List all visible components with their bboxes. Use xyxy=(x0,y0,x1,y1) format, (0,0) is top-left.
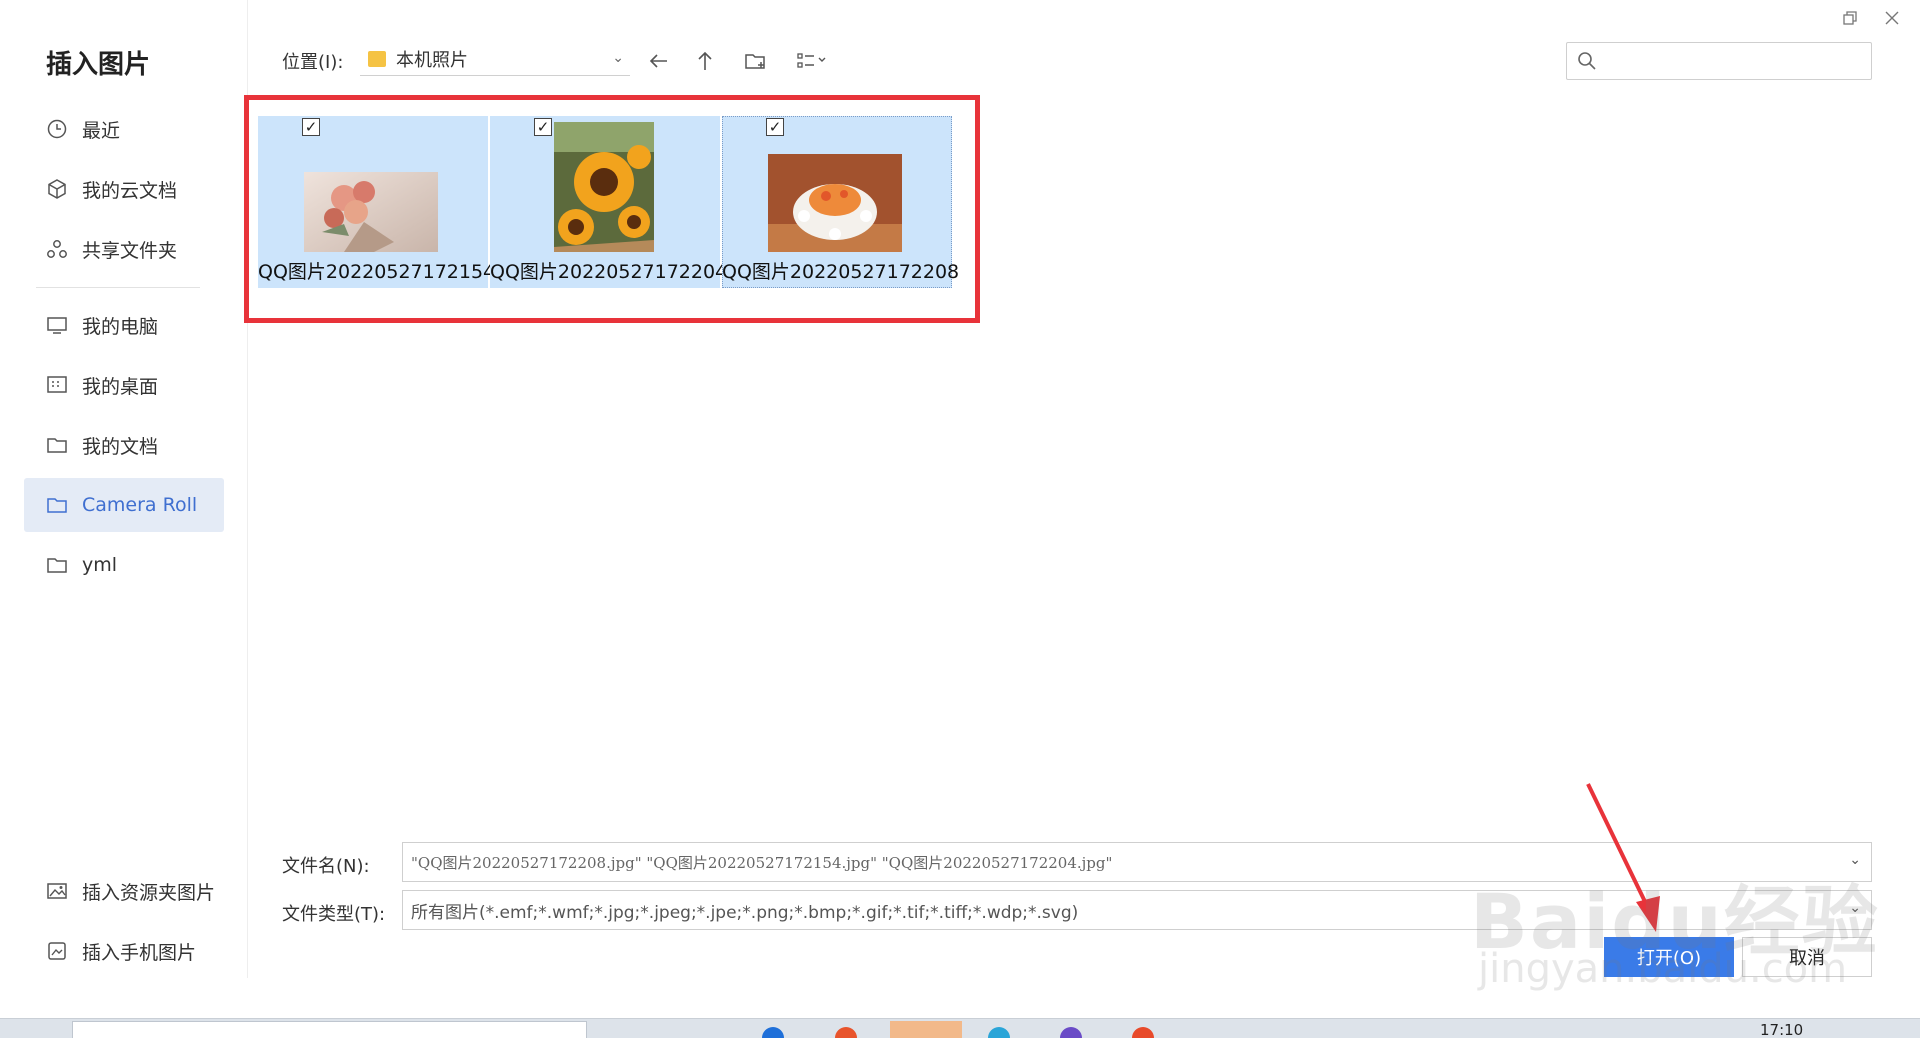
search-icon xyxy=(1578,52,1596,70)
new-folder-icon xyxy=(745,54,765,69)
sidebar-item-insert-resource-image[interactable]: 插入资源夹图片 xyxy=(24,864,224,918)
filetype-dropdown[interactable]: 所有图片(*.emf;*.wmf;*.jpg;*.jpeg;*.jpe;*.pn… xyxy=(402,890,1872,930)
taskbar-app-icon[interactable] xyxy=(1060,1027,1082,1038)
sidebar-item-label: yml xyxy=(82,554,118,576)
sidebar-item-label: 插入手机图片 xyxy=(82,941,197,964)
file-name: QQ图片20220527172208 xyxy=(722,261,960,283)
filetype-label: 文件类型(T): xyxy=(282,904,386,925)
chevron-down-icon: ⌄ xyxy=(1849,900,1861,916)
taskbar-search[interactable] xyxy=(72,1021,587,1038)
taskbar-app-icon[interactable] xyxy=(762,1027,784,1038)
desktop-icon xyxy=(46,374,68,396)
back-button[interactable] xyxy=(644,46,674,76)
computer-icon xyxy=(46,314,68,336)
image-thumbnail xyxy=(554,122,654,252)
close-icon[interactable] xyxy=(1880,6,1904,30)
sidebar-item-label: 我的文档 xyxy=(82,435,159,458)
location-label: 位置(I): xyxy=(282,52,344,73)
insert-image-dialog: 插入图片 最近 我的云文档 共享文件夹 我的电脑 我的桌面 我的文档 Camer… xyxy=(0,0,1920,1038)
view-mode-button[interactable] xyxy=(790,46,836,76)
folder-icon xyxy=(46,494,68,516)
sidebar-item-label: 我的电脑 xyxy=(82,315,159,338)
folder-icon xyxy=(46,554,68,576)
sidebar-item-my-documents[interactable]: 我的文档 xyxy=(24,418,224,472)
sidebar-item-camera-roll[interactable]: Camera Roll xyxy=(24,478,224,532)
image-thumbnail xyxy=(304,172,438,252)
up-folder-button[interactable] xyxy=(690,46,720,76)
taskbar-app-icon[interactable] xyxy=(1132,1027,1154,1038)
filename-input[interactable]: "QQ图片20220527172208.jpg" "QQ图片2022052717… xyxy=(411,852,1112,873)
clock-icon xyxy=(46,118,68,140)
sidebar-item-label: 我的云文档 xyxy=(82,179,178,202)
arrow-left-icon xyxy=(649,54,667,68)
file-item[interactable]: ✓ QQ图片20220527172208 xyxy=(722,116,960,288)
sidebar-item-recent[interactable]: 最近 xyxy=(24,102,224,156)
filename-combobox[interactable]: "QQ图片20220527172208.jpg" "QQ图片2022052717… xyxy=(402,842,1872,882)
open-button[interactable]: 打开(O) xyxy=(1604,937,1734,977)
sidebar-item-label: 共享文件夹 xyxy=(82,239,178,262)
phone-image-icon xyxy=(46,940,68,962)
sidebar-item-label: Camera Roll xyxy=(82,494,198,516)
dialog-title: 插入图片 xyxy=(46,50,151,80)
new-folder-button[interactable] xyxy=(740,46,770,76)
arrow-up-icon xyxy=(698,51,712,70)
folder-icon xyxy=(368,50,386,67)
sidebar-item-label: 我的桌面 xyxy=(82,375,159,398)
file-grid: ✓ QQ图片20220527172154 ✓ QQ图片2022052717220… xyxy=(244,95,980,323)
sidebar-divider xyxy=(36,287,200,288)
image-thumbnail xyxy=(768,154,902,252)
resource-image-icon xyxy=(46,880,68,902)
share-icon xyxy=(46,238,68,260)
taskbar-app-icon[interactable] xyxy=(988,1027,1010,1038)
sidebar-item-my-computer[interactable]: 我的电脑 xyxy=(24,298,224,352)
sidebar-item-insert-phone-image[interactable]: 插入手机图片 xyxy=(24,924,224,978)
list-view-icon xyxy=(797,53,826,68)
file-name: QQ图片20220527172154 xyxy=(258,261,496,283)
taskbar-app-icon[interactable] xyxy=(890,1021,962,1038)
restore-icon[interactable] xyxy=(1838,6,1862,30)
sidebar-item-label: 最近 xyxy=(82,119,121,142)
file-checkbox[interactable]: ✓ xyxy=(534,118,552,136)
cancel-button[interactable]: 取消 xyxy=(1742,937,1872,977)
sidebar: 插入图片 最近 我的云文档 共享文件夹 我的电脑 我的桌面 我的文档 Camer… xyxy=(0,0,248,978)
chevron-down-icon: ⌄ xyxy=(612,50,624,66)
folder-icon xyxy=(46,434,68,456)
taskbar-clock: 17:10 xyxy=(1760,1021,1804,1038)
taskbar-app-icon[interactable] xyxy=(835,1027,857,1038)
taskbar: 17:10 xyxy=(0,1018,1920,1038)
sidebar-item-my-desktop[interactable]: 我的桌面 xyxy=(24,358,224,412)
filetype-value: 所有图片(*.emf;*.wmf;*.jpg;*.jpeg;*.jpe;*.pn… xyxy=(411,902,1079,923)
cloud-doc-icon xyxy=(46,178,68,200)
file-checkbox[interactable]: ✓ xyxy=(766,118,784,136)
sidebar-item-yml[interactable]: yml xyxy=(24,538,224,592)
location-value: 本机照片 xyxy=(396,49,468,71)
search-input[interactable] xyxy=(1603,46,1871,76)
search-box[interactable] xyxy=(1566,42,1872,80)
file-name: QQ图片20220527172204 xyxy=(490,261,728,283)
filename-label: 文件名(N): xyxy=(282,856,370,877)
file-checkbox[interactable]: ✓ xyxy=(302,118,320,136)
chevron-down-icon: ⌄ xyxy=(1849,852,1861,868)
sidebar-item-cloud-docs[interactable]: 我的云文档 xyxy=(24,162,224,216)
sidebar-item-shared-folder[interactable]: 共享文件夹 xyxy=(24,222,224,276)
file-item[interactable]: ✓ QQ图片20220527172204 xyxy=(490,116,728,288)
sidebar-item-label: 插入资源夹图片 xyxy=(82,881,216,904)
location-dropdown[interactable]: 本机照片 ⌄ xyxy=(360,42,630,76)
file-item[interactable]: ✓ QQ图片20220527172154 xyxy=(258,116,496,288)
